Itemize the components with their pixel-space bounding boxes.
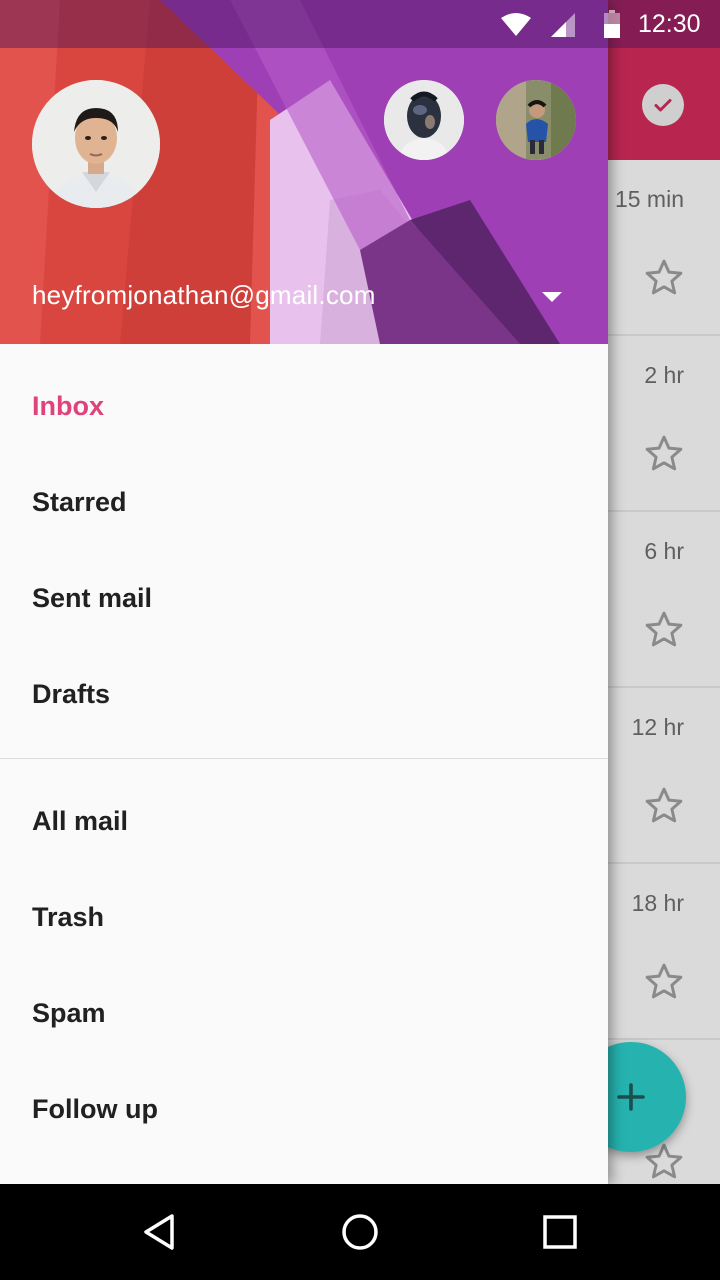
mail-time: 15 min [614, 186, 684, 212]
menu-group-primary: Inbox Starred Sent mail Drafts [0, 344, 608, 742]
menu-item-follow-up[interactable]: Follow up [0, 1061, 608, 1157]
menu-item-spam[interactable]: Spam [0, 965, 608, 1061]
star-outline-icon[interactable] [642, 960, 686, 1004]
menu-group-secondary: All mail Trash Spam Follow up [0, 759, 608, 1157]
menu-item-all-mail[interactable]: All mail [0, 773, 608, 869]
drawer-menu: Inbox Starred Sent mail Drafts All mail … [0, 344, 608, 1157]
star-outline-icon[interactable] [642, 784, 686, 828]
menu-item-drafts[interactable]: Drafts [0, 646, 608, 742]
mail-time: 12 hr [631, 714, 684, 740]
account-email[interactable]: heyfromjonathan@gmail.com [32, 280, 376, 311]
star-outline-icon[interactable] [642, 256, 686, 300]
menu-item-trash[interactable]: Trash [0, 869, 608, 965]
mail-time: 18 hr [631, 890, 684, 916]
star-outline-icon[interactable] [642, 432, 686, 476]
recents-button[interactable] [540, 1212, 580, 1252]
current-account-avatar[interactable] [32, 80, 160, 208]
system-nav-bar [0, 1184, 720, 1280]
caret-down-icon[interactable] [540, 290, 564, 304]
mail-time: 6 hr [644, 538, 684, 564]
battery-icon [604, 10, 620, 38]
secondary-account-avatar[interactable] [384, 80, 464, 160]
check-circle-icon[interactable] [642, 84, 684, 126]
recents-square-icon [543, 1215, 577, 1249]
star-outline-icon[interactable] [642, 608, 686, 652]
menu-item-inbox[interactable]: Inbox [0, 358, 608, 454]
add-icon [617, 1083, 645, 1111]
account-header: heyfromjonathan@gmail.com [0, 0, 608, 344]
home-circle-icon [342, 1214, 378, 1250]
navigation-drawer: heyfromjonathan@gmail.com Inbox Starred … [0, 0, 608, 1184]
cell-signal-icon [551, 13, 575, 37]
mail-time: 2 hr [644, 362, 684, 388]
status-bar: 12:30 [0, 0, 720, 48]
secondary-account-avatar[interactable] [496, 80, 576, 160]
back-triangle-icon [144, 1214, 174, 1250]
home-button[interactable] [340, 1212, 380, 1252]
back-button[interactable] [140, 1212, 180, 1252]
wifi-icon [501, 13, 531, 36]
menu-item-sent-mail[interactable]: Sent mail [0, 550, 608, 646]
menu-item-starred[interactable]: Starred [0, 454, 608, 550]
status-time: 12:30 [638, 10, 701, 38]
